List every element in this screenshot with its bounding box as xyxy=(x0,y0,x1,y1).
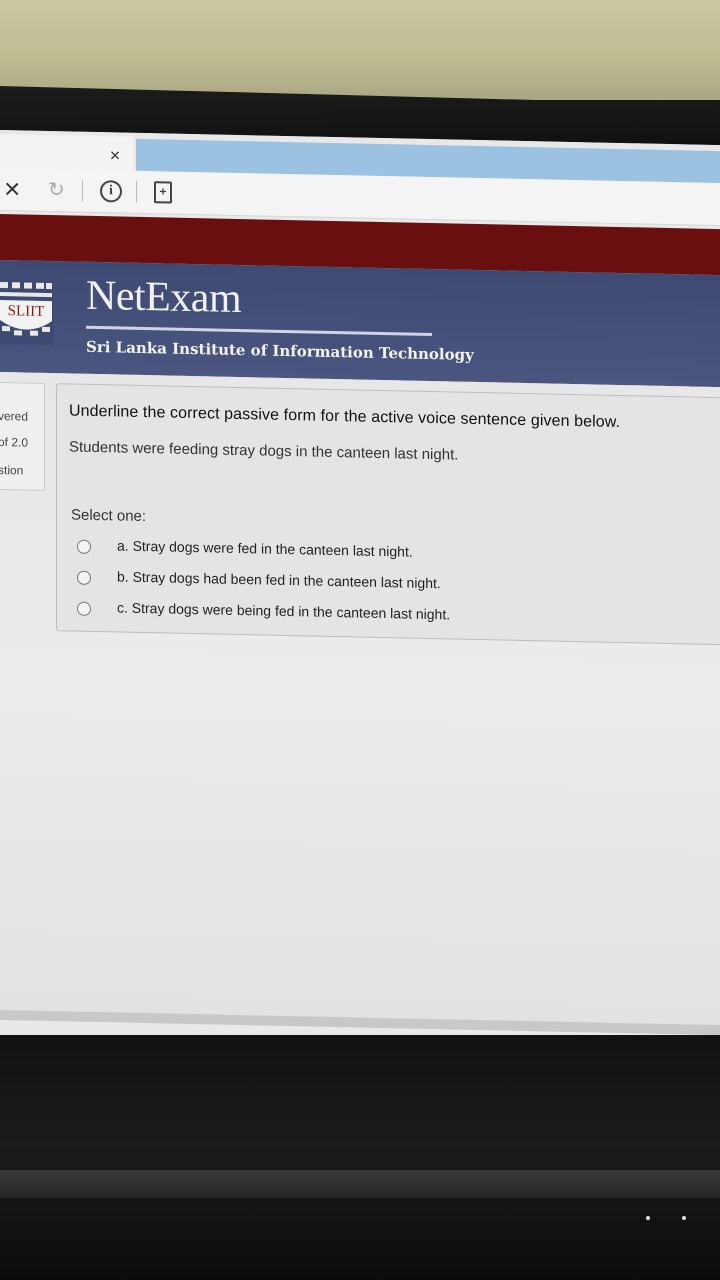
indicator-light xyxy=(646,1216,650,1220)
brand-title: NetExam xyxy=(86,272,242,323)
institute-name: Sri Lanka Institute of Information Techn… xyxy=(86,337,474,364)
stop-icon[interactable]: × xyxy=(4,173,20,204)
select-one-label: Select one: xyxy=(71,506,147,526)
toolbar-divider xyxy=(82,179,83,202)
question-status: vered xyxy=(0,408,29,424)
answer-option-a[interactable]: a. Stray dogs were fed in the canteen la… xyxy=(77,537,677,572)
answer-option-b[interactable]: b. Stray dogs had been fed in the cantee… xyxy=(77,568,677,603)
monitor-bezel-bottom xyxy=(0,1035,720,1280)
sliit-logo: SLIIT xyxy=(0,278,54,346)
header-divider xyxy=(86,325,432,337)
question-info-panel: vered of 2.0 stion xyxy=(0,381,45,491)
answer-option-label[interactable]: b. Stray dogs had been fed in the cantee… xyxy=(117,568,441,591)
answer-option-label[interactable]: c. Stray dogs were being fed in the cant… xyxy=(117,599,450,622)
screen: × × ↻ i + SLIIT NetExam Sri Lanka Instit… xyxy=(0,130,720,1051)
toolbar-divider xyxy=(136,180,137,203)
answer-option-label[interactable]: a. Stray dogs were fed in the canteen la… xyxy=(117,537,413,559)
reload-icon[interactable]: ↻ xyxy=(48,178,65,202)
site-header: SLIIT NetExam Sri Lanka Institute of Inf… xyxy=(0,260,720,391)
radio-button[interactable] xyxy=(77,539,91,554)
question-mark: of 2.0 xyxy=(0,434,29,450)
background-wall xyxy=(0,0,720,100)
info-icon[interactable]: i xyxy=(100,180,122,203)
answer-option-c[interactable]: c. Stray dogs were being fed in the cant… xyxy=(77,599,677,634)
question-sentence: Students were feeding stray dogs in the … xyxy=(69,438,459,464)
tab-close-icon[interactable]: × xyxy=(106,145,124,165)
question-title: Underline the correct passive form for t… xyxy=(69,402,621,431)
tab-active[interactable]: × xyxy=(0,134,134,171)
indicator-light xyxy=(682,1216,686,1220)
page-icon[interactable]: + xyxy=(154,181,172,204)
radio-button[interactable] xyxy=(77,601,91,616)
svg-text:SLIIT: SLIIT xyxy=(8,303,45,320)
laptop-keyboard-edge xyxy=(0,1170,720,1198)
flag-question-link[interactable]: stion xyxy=(0,463,23,478)
question-box: Underline the correct passive form for t… xyxy=(56,383,720,646)
radio-button[interactable] xyxy=(77,570,91,585)
